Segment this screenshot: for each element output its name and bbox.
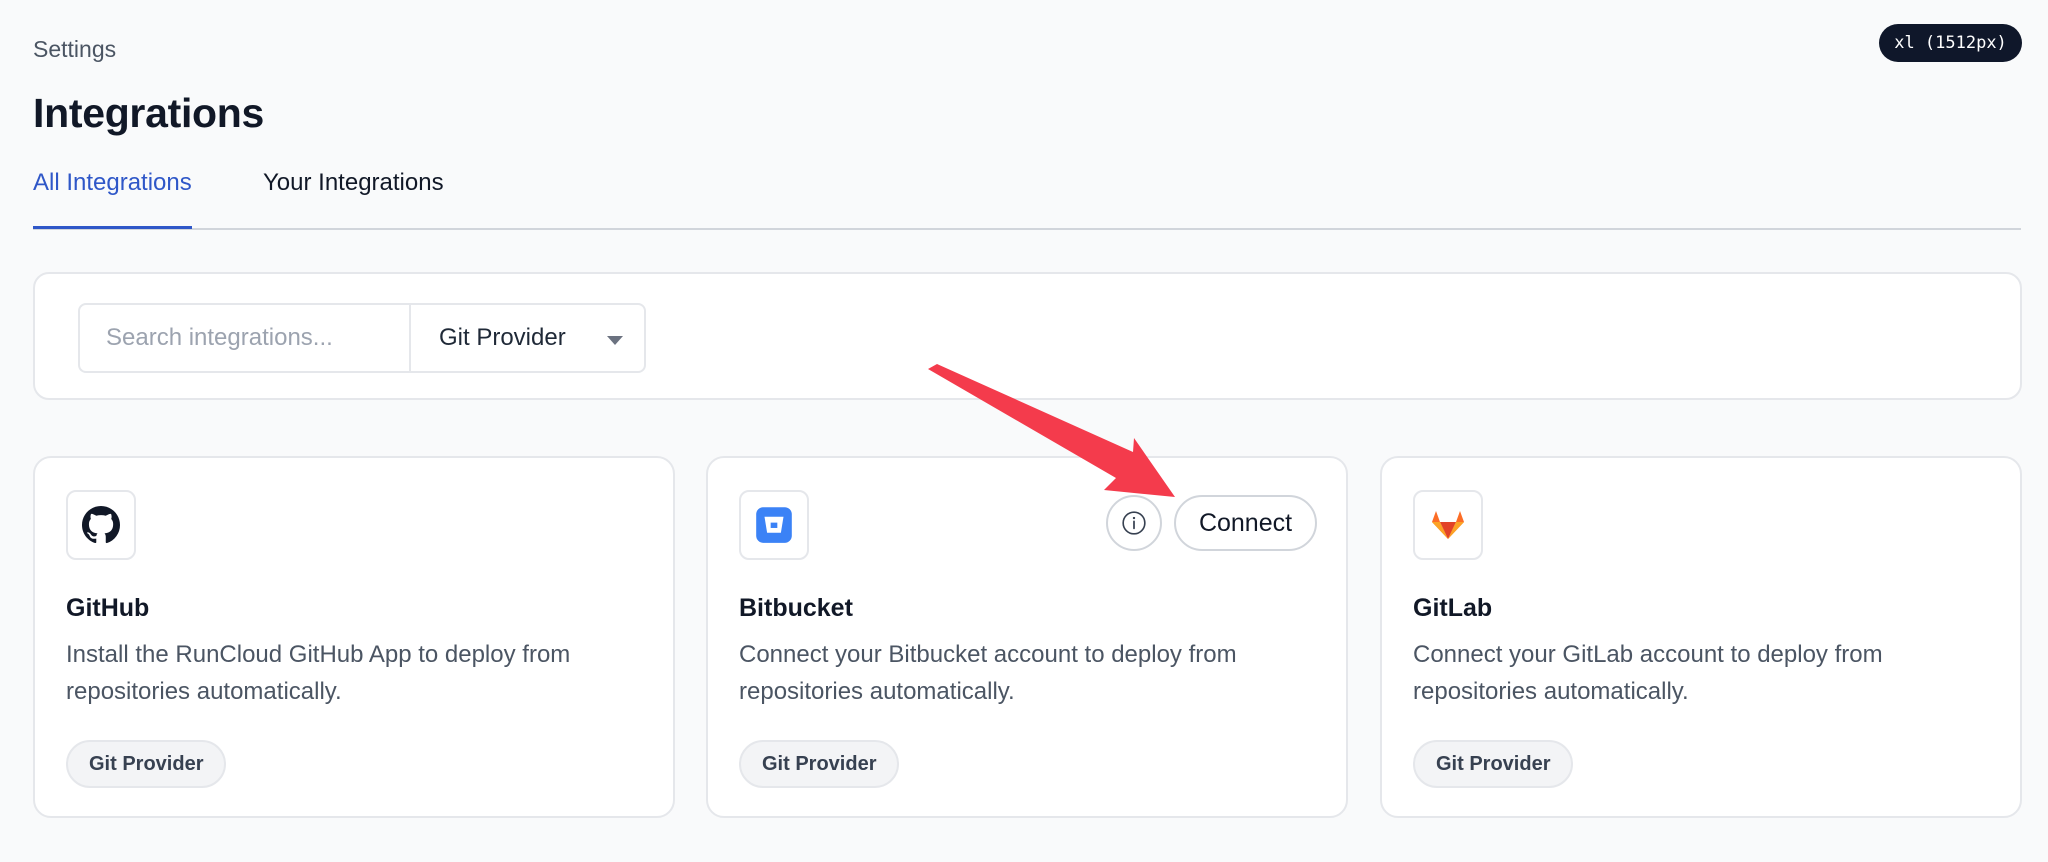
github-icon (82, 506, 120, 544)
gitlab-logo (1413, 490, 1483, 560)
tab-all-integrations[interactable]: All Integrations (33, 166, 192, 229)
integration-card-github: GitHub Install the RunCloud GitHub App t… (33, 456, 675, 818)
breadcrumb[interactable]: Settings (33, 36, 116, 63)
connect-button[interactable]: Connect (1174, 495, 1317, 551)
integration-description: Connect your GitLab account to deploy fr… (1413, 641, 1883, 705)
filter-bar: Git Provider (33, 272, 2022, 400)
github-logo (66, 490, 136, 560)
page-title: Integrations (33, 90, 265, 136)
info-button[interactable] (1106, 495, 1162, 551)
breakpoint-badge: xl (1512px) (1879, 24, 2022, 62)
tab-your-integrations[interactable]: Your Integrations (263, 166, 444, 230)
bitbucket-icon (756, 507, 792, 543)
integration-name: Bitbucket (739, 594, 853, 622)
chevron-down-icon (607, 336, 623, 345)
integration-card-bitbucket: Connect Bitbucket Connect your Bitbucket… (706, 456, 1348, 818)
category-select-value: Git Provider (439, 324, 566, 351)
search-input[interactable] (78, 303, 409, 373)
category-tag: Git Provider (1413, 740, 1574, 788)
category-tag: Git Provider (66, 740, 227, 788)
info-icon (1122, 511, 1146, 535)
integration-description: Install the RunCloud GitHub App to deplo… (66, 641, 571, 705)
category-select[interactable]: Git Provider (409, 303, 646, 373)
integration-card-gitlab: GitLab Connect your GitLab account to de… (1380, 456, 2022, 818)
integration-tabs: All Integrations Your Integrations (33, 166, 2021, 230)
bitbucket-logo (739, 490, 809, 560)
integration-name: GitLab (1413, 594, 1493, 622)
gitlab-icon (1432, 511, 1464, 539)
category-tag: Git Provider (739, 740, 900, 788)
integration-description: Connect your Bitbucket account to deploy… (739, 641, 1237, 705)
integration-name: GitHub (66, 594, 150, 622)
integrations-settings-page: Settings Integrations xl (1512px) All In… (0, 0, 2048, 862)
